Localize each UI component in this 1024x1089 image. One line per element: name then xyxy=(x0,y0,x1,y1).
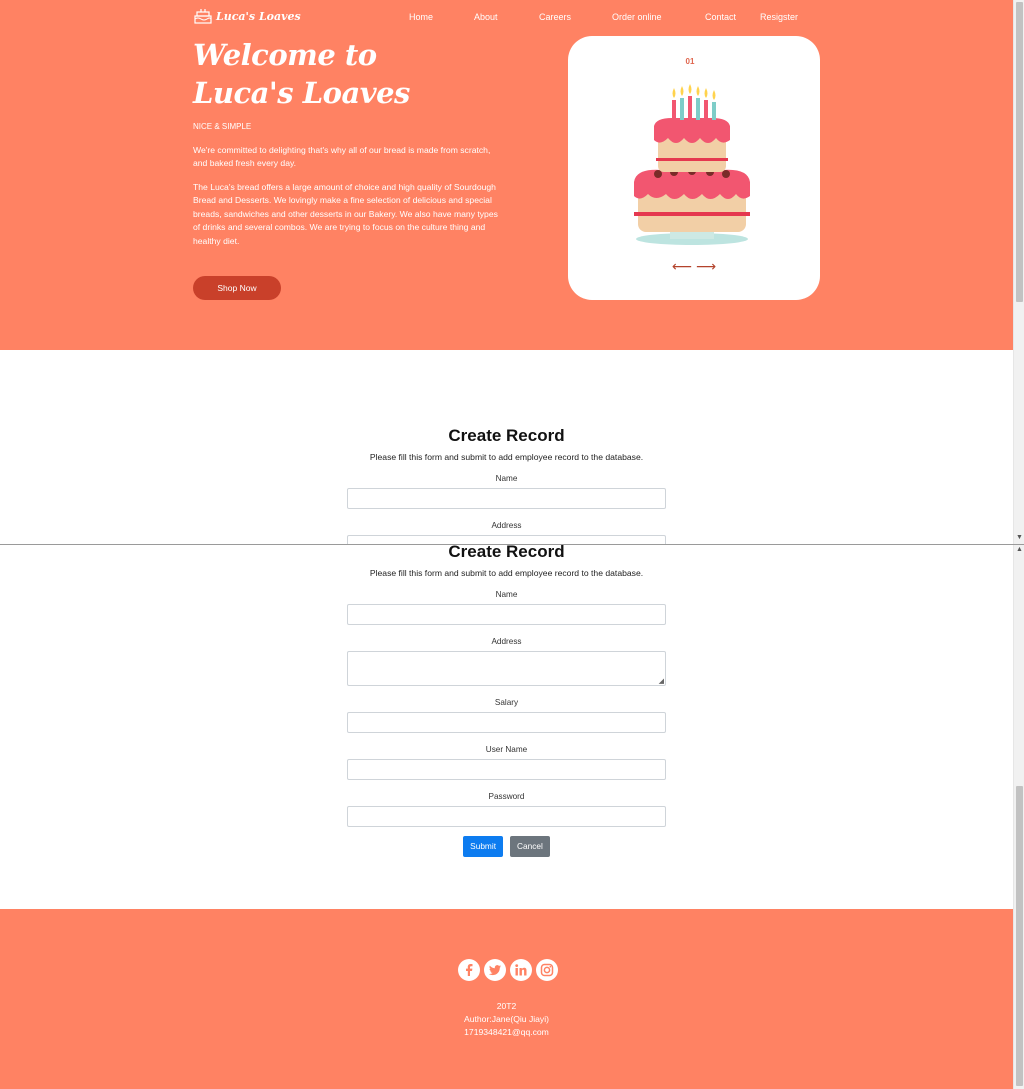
form-actions: Submit Cancel xyxy=(347,836,666,857)
address-input[interactable] xyxy=(347,535,666,544)
footer-email: 1719348421@qq.com xyxy=(464,1027,549,1037)
linkedin-icon xyxy=(515,964,527,976)
cancel-button[interactable]: Cancel xyxy=(510,836,550,857)
cake-image xyxy=(634,84,750,245)
scrollbar-top[interactable]: ▼ xyxy=(1013,0,1024,544)
hero-title-line2: Luca's Loaves xyxy=(193,76,410,110)
salary-input[interactable] xyxy=(347,712,666,733)
carousel-prev-arrow[interactable]: ⟵ xyxy=(672,258,692,275)
nav-order-online[interactable]: Order online xyxy=(612,12,662,22)
create-record-form: Create Record Please fill this form and … xyxy=(347,545,666,857)
social-links xyxy=(458,959,558,981)
nav-register[interactable]: Resigster xyxy=(760,12,798,22)
create-record-form-top: Create Record Please fill this form and … xyxy=(347,426,666,544)
scroll-down-arrow-icon[interactable]: ▼ xyxy=(1014,533,1024,543)
submit-button[interactable]: Submit xyxy=(463,836,503,857)
name-label: Name xyxy=(495,590,518,599)
twitter-icon xyxy=(488,965,501,976)
shop-now-button[interactable]: Shop Now xyxy=(193,276,281,300)
nav-home[interactable]: Home xyxy=(409,12,433,22)
facebook-link[interactable] xyxy=(458,959,480,981)
name-input[interactable] xyxy=(347,488,666,509)
hero-tagline: NICE & SIMPLE xyxy=(193,122,252,131)
salary-label: Salary xyxy=(494,698,519,707)
address-label: Address xyxy=(491,521,522,530)
cake-carousel: 01 ⟵ ⟶ xyxy=(568,36,820,300)
footer: 20T2 Author:Jane(Qiu Jiayi) 1719348421@q… xyxy=(0,909,1013,1089)
nav-contact[interactable]: Contact xyxy=(705,12,736,22)
footer-line-1: 20T2 xyxy=(496,1001,517,1011)
password-input[interactable] xyxy=(347,806,666,827)
form-subtitle: Please fill this form and submit to add … xyxy=(369,452,644,462)
address-textarea[interactable]: ◢ xyxy=(347,651,666,686)
hero-paragraph-2: The Luca's bread offers a large amount o… xyxy=(193,182,498,246)
scroll-up-arrow-icon[interactable]: ▲ xyxy=(1014,545,1024,555)
slide-number: 01 xyxy=(685,57,695,66)
scrollbar-thumb-bottom[interactable] xyxy=(1016,786,1023,1086)
hero-title: Welcome to Luca's Loaves xyxy=(193,36,493,112)
form-subtitle: Please fill this form and submit to add … xyxy=(369,568,644,578)
nav-careers[interactable]: Careers xyxy=(539,12,571,22)
navbar: Luca's Loaves Home About Careers Order o… xyxy=(0,0,1013,36)
top-view-pane: Luca's Loaves Home About Careers Order o… xyxy=(0,0,1013,544)
brand-name: Luca's Loaves xyxy=(216,9,301,23)
address-label: Address xyxy=(491,637,522,646)
twitter-link[interactable] xyxy=(484,959,506,981)
resize-grip-icon[interactable]: ◢ xyxy=(659,677,664,685)
scrollbar-thumb-top[interactable] xyxy=(1016,2,1023,302)
linkedin-link[interactable] xyxy=(510,959,532,981)
name-label: Name xyxy=(495,474,518,483)
nav-about[interactable]: About xyxy=(474,12,498,22)
form-title: Create Record xyxy=(448,426,565,445)
hero-paragraph-1: We're committed to delighting that's why… xyxy=(193,145,491,169)
instagram-icon xyxy=(540,963,554,977)
bottom-view-pane: Create Record Please fill this form and … xyxy=(0,545,1013,1089)
hero-title-line1: Welcome to xyxy=(193,38,377,72)
instagram-link[interactable] xyxy=(536,959,558,981)
scrollbar-bottom[interactable]: ▲ xyxy=(1013,545,1024,1089)
password-label: Password xyxy=(488,792,525,801)
cake-logo-icon xyxy=(194,9,212,24)
carousel-next-arrow[interactable]: ⟶ xyxy=(696,258,716,275)
footer-author: Author:Jane(Qiu Jiayi) xyxy=(463,1014,550,1024)
form-title: Create Record xyxy=(448,545,565,561)
name-input[interactable] xyxy=(347,604,666,625)
hero-section: Luca's Loaves Home About Careers Order o… xyxy=(0,0,1013,350)
facebook-icon xyxy=(466,964,473,976)
brand-logo[interactable]: Luca's Loaves xyxy=(193,8,301,24)
username-label: User Name xyxy=(485,745,528,754)
username-input[interactable] xyxy=(347,759,666,780)
